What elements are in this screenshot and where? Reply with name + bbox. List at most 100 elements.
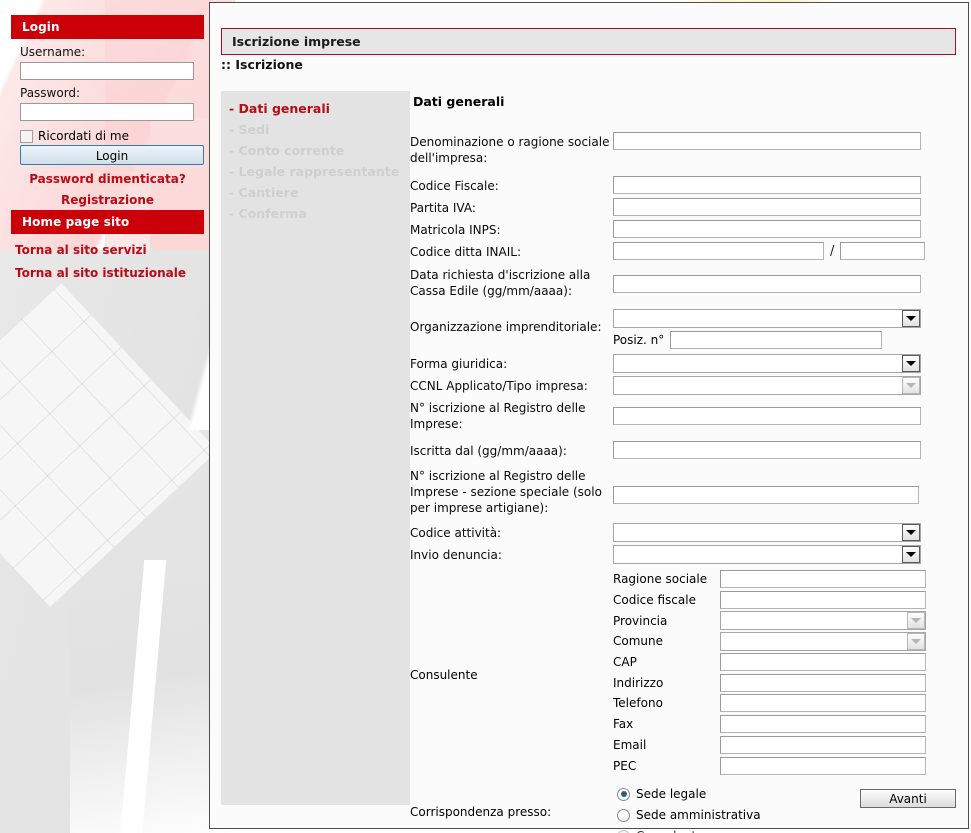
step-label: Legale rappresentante — [238, 164, 400, 179]
field-row-matricola-inps: Matricola INPS: — [410, 219, 958, 238]
radio-sede-amministrativa[interactable] — [617, 808, 630, 822]
consulente-row-codice-fiscale: Codice fiscale — [613, 590, 958, 611]
iscritta-dal-label: Iscritta dal (gg/mm/aaaa): — [410, 444, 567, 458]
consulente-fax-input[interactable] — [720, 715, 926, 734]
step-item-legale-rappresentante[interactable]: - Legale rappresentante — [221, 161, 410, 182]
link-sito-istituzionale[interactable]: Torna al sito istituzionale — [11, 257, 204, 280]
codice-attivita-select-value — [614, 531, 622, 535]
forgot-password-link[interactable]: Password dimenticata? — [11, 172, 204, 186]
remember-me-checkbox[interactable] — [20, 129, 33, 143]
consulente-comune-select[interactable] — [720, 631, 926, 651]
n-iscrizione-speciale-label: N° iscrizione al Registro delle Imprese … — [410, 469, 602, 515]
chevron-down-icon[interactable] — [907, 612, 925, 630]
consulente-provincia-label: Provincia — [613, 613, 668, 628]
field-row-codice-attivita: Codice attività: — [410, 522, 958, 542]
consulente-pec-input[interactable] — [720, 756, 926, 775]
consulente-email-input[interactable] — [720, 735, 926, 754]
chevron-down-icon[interactable] — [902, 355, 920, 372]
form-section-title: Dati generali — [413, 94, 505, 109]
invio-denuncia-select-value — [614, 553, 622, 557]
chevron-down-icon[interactable] — [902, 377, 920, 394]
codice-attivita-select[interactable] — [613, 523, 921, 542]
consulente-cap-input[interactable] — [720, 653, 926, 672]
codice-fiscale-input[interactable] — [613, 176, 921, 194]
forma-giuridica-select[interactable] — [613, 354, 921, 373]
page-title: Iscrizione imprese — [221, 28, 956, 55]
consulente-provincia-select[interactable] — [720, 611, 926, 631]
step-label: Sedi — [238, 122, 270, 137]
forma-giuridica-select-value — [614, 362, 622, 366]
step-item-conferma[interactable]: - Conferma — [221, 203, 410, 224]
n-iscrizione-registro-input[interactable] — [613, 407, 921, 425]
consulente-telefono-input[interactable] — [720, 694, 926, 713]
consulente-row-provincia: Provincia — [613, 610, 958, 631]
form-dati-generali: Dati generali Denominazione o ragione so… — [410, 91, 958, 833]
posiz-input[interactable] — [670, 331, 883, 349]
password-input[interactable] — [20, 103, 194, 121]
corrispondenza-option-consulente[interactable]: Consulente — [617, 826, 958, 833]
field-row-invio-denuncia: Invio denuncia: — [410, 544, 958, 564]
denominazione-input[interactable] — [613, 132, 921, 150]
chevron-down-icon[interactable] — [907, 632, 925, 650]
codice-inail-input-2[interactable] — [840, 242, 926, 260]
consulente-row-ragione-sociale: Ragione sociale — [613, 569, 958, 590]
consulente-row-telefono: Telefono — [613, 693, 958, 714]
consulente-row-comune: Comune — [613, 631, 958, 652]
consulente-indirizzo-input[interactable] — [720, 673, 926, 692]
homepage-box: Home page sito Torna al sito servizi Tor… — [11, 210, 204, 280]
step-bullet: - — [229, 206, 239, 221]
homepage-box-header: Home page sito — [11, 210, 204, 234]
avanti-button[interactable]: Avanti — [860, 789, 956, 808]
username-input[interactable] — [20, 62, 194, 80]
consulente-provincia-value — [721, 619, 729, 623]
login-box: Login Username: Password: Ricordati di m… — [11, 15, 204, 207]
breadcrumb: :: Iscrizione — [221, 57, 303, 72]
matricola-inps-label: Matricola INPS: — [410, 223, 501, 237]
login-box-header: Login — [11, 15, 204, 39]
field-row-n-iscrizione-registro: N° iscrizione al Registro delle Imprese: — [410, 397, 958, 432]
corrispondenza-label: Corrispondenza presso: — [410, 804, 552, 819]
link-sito-servizi[interactable]: Torna al sito servizi — [11, 234, 204, 257]
step-bullet: - — [229, 164, 239, 179]
step-item-dati-generali[interactable]: - Dati generali — [221, 98, 410, 119]
forma-giuridica-label: Forma giuridica: — [410, 357, 508, 371]
consulente-fax-label: Fax — [613, 717, 634, 732]
invio-denuncia-select[interactable] — [613, 545, 921, 564]
corrispondenza-option-sede-amministrativa[interactable]: Sede amministrativa — [617, 805, 958, 826]
field-row-forma-giuridica: Forma giuridica: — [410, 353, 958, 373]
consulente-codice-fiscale-input[interactable] — [720, 591, 926, 610]
step-item-cantiere[interactable]: - Cantiere — [221, 182, 410, 203]
radio-sede-legale[interactable] — [617, 787, 630, 801]
radio-sede-legale-label: Sede legale — [636, 787, 707, 802]
step-item-conto-corrente[interactable]: - Conto corrente — [221, 140, 410, 161]
consulente-row-fax: Fax — [613, 714, 958, 735]
username-label: Username: — [20, 45, 86, 59]
step-item-sedi[interactable]: - Sedi — [221, 119, 410, 140]
n-iscrizione-speciale-input[interactable] — [613, 486, 919, 504]
field-row-data-richiesta: Data richiesta d'iscrizione alla Cassa E… — [410, 264, 958, 299]
login-button[interactable]: Login — [20, 145, 204, 165]
registration-link[interactable]: Registrazione — [11, 193, 204, 207]
remember-me-row[interactable]: Ricordati di me — [20, 129, 204, 143]
chevron-down-icon[interactable] — [902, 310, 920, 327]
chevron-down-icon[interactable] — [902, 546, 920, 563]
consulente-comune-label: Comune — [613, 634, 664, 649]
invio-denuncia-label: Invio denuncia: — [410, 548, 502, 562]
data-richiesta-input[interactable] — [613, 275, 921, 293]
organizzazione-select[interactable] — [613, 309, 921, 328]
field-row-codice-inail: Codice ditta INAIL: / — [410, 241, 958, 260]
organizzazione-label: Organizzazione imprenditoriale: — [410, 320, 602, 334]
chevron-down-icon[interactable] — [902, 524, 920, 541]
denominazione-label: Denominazione o ragione sociale dell'imp… — [410, 135, 610, 165]
partita-iva-input[interactable] — [613, 198, 921, 216]
matricola-inps-input[interactable] — [613, 220, 921, 238]
ccnl-select[interactable] — [613, 376, 921, 395]
consulente-ragione-sociale-input[interactable] — [720, 570, 926, 589]
remember-me-label: Ricordati di me — [38, 129, 129, 143]
iscritta-dal-input[interactable] — [613, 441, 921, 459]
step-navigation: - Dati generali - Sedi - Conto corrente … — [221, 91, 410, 805]
step-label: Conferma — [238, 206, 307, 221]
consulente-email-label: Email — [613, 737, 647, 752]
codice-inail-input-1[interactable] — [613, 242, 824, 260]
ccnl-select-value — [614, 384, 622, 388]
